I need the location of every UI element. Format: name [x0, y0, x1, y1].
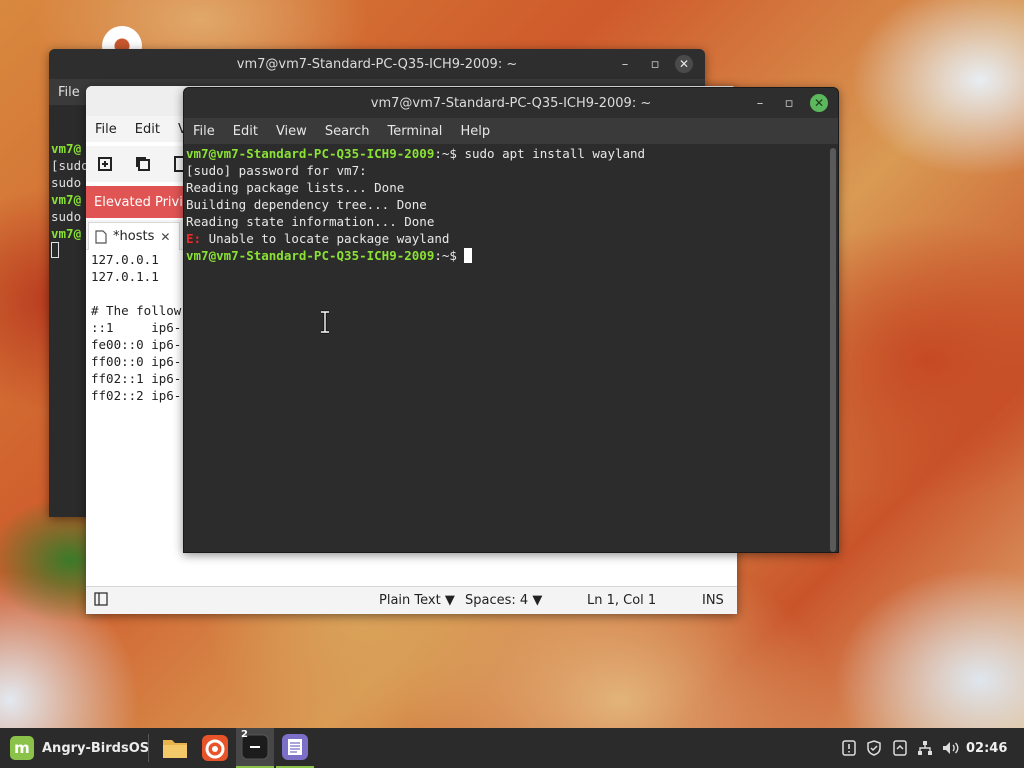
terminal-window[interactable]: vm7@vm7-Standard-PC-Q35-ICH9-2009: ~ – ▫… [183, 87, 839, 553]
window-titlebar[interactable]: vm7@vm7-Standard-PC-Q35-ICH9-2009: ~ – ▫… [184, 88, 838, 118]
cursor-position: Ln 1, Col 1 [587, 593, 657, 608]
prompt-user-host: vm7@vm7-Standard-PC-Q35-ICH9-2009 [186, 248, 435, 263]
spaces-label: Spaces: 4 [465, 593, 529, 608]
volume-icon [943, 742, 959, 754]
language-selector[interactable]: Plain Text ▼ [379, 593, 455, 608]
insert-mode: INS [702, 593, 724, 608]
taskbar-clock[interactable]: 02:46 [966, 728, 1007, 768]
maximize-button[interactable]: ▫ [646, 55, 664, 73]
shield-icon [867, 740, 881, 756]
terminal-line: [sudo] password for vm7: [186, 163, 367, 178]
minimize-button[interactable]: – [616, 55, 634, 73]
close-icon[interactable]: ✕ [160, 230, 170, 244]
menu-edit[interactable]: Edit [126, 122, 169, 137]
document-icon [95, 229, 107, 244]
start-menu-button[interactable]: m Angry-BirdsOS [4, 732, 155, 764]
tab-label: *hosts [113, 229, 155, 244]
terminal-cursor [464, 248, 473, 263]
terminal-line: sudo [51, 209, 82, 224]
terminal-scrollbar[interactable] [830, 148, 836, 552]
prompt-suffix: :~$ [434, 146, 465, 161]
window-count-badge: 2 [241, 729, 248, 740]
terminal-line: vm7@ [51, 192, 82, 207]
text-line: ff02::2 ip6- [91, 388, 182, 403]
window-title: vm7@vm7-Standard-PC-Q35-ICH9-2009: ~ [236, 56, 518, 72]
menu-view[interactable]: View [267, 124, 316, 139]
new-document-button[interactable] [86, 149, 124, 179]
menu-file[interactable]: File [184, 124, 224, 139]
prompt-suffix: :~$ [434, 248, 465, 263]
menu-edit[interactable]: Edit [224, 124, 267, 139]
menu-search[interactable]: Search [316, 124, 379, 139]
error-prefix: E: [186, 231, 202, 246]
taskbar-firefox[interactable] [196, 728, 234, 768]
window-title: vm7@vm7-Standard-PC-Q35-ICH9-2009: ~ [370, 95, 652, 111]
terminal-output[interactable]: vm7@vm7-Standard-PC-Q35-ICH9-2009:~$ sud… [186, 145, 824, 552]
close-button[interactable]: ✕ [810, 94, 828, 112]
text-editor-icon [282, 734, 308, 760]
window-titlebar[interactable]: vm7@vm7-Standard-PC-Q35-ICH9-2009: ~ – ▫… [49, 49, 705, 79]
network-icon [918, 741, 932, 755]
notification-icon [842, 740, 856, 756]
firefox-icon [202, 735, 228, 761]
copy-icon [136, 157, 150, 171]
dropdown-arrow-icon: ▼ [444, 593, 455, 608]
close-button[interactable]: ✕ [675, 55, 693, 73]
menu-help[interactable]: Help [451, 124, 499, 139]
new-document-icon [98, 157, 112, 171]
language-label: Plain Text [379, 593, 441, 608]
terminal-line: vm7@ [51, 141, 82, 156]
terminal-output[interactable]: vm7@ [sudo sudo vm7@ sudo vm7@ [51, 123, 89, 259]
menu-bar: File Edit View Search Terminal Help [184, 118, 838, 144]
linux-mint-logo-icon: m [10, 736, 34, 760]
text-cursor-pointer-icon [321, 310, 329, 334]
text-line: ::1 ip6- [91, 320, 182, 335]
terminal-line: [sudo [51, 158, 89, 173]
text-line: ff02::1 ip6- [91, 371, 182, 386]
terminal-line: Reading state information... Done [186, 214, 435, 229]
tray-network[interactable] [913, 728, 937, 768]
minimize-button[interactable]: – [751, 94, 769, 112]
taskbar: m Angry-BirdsOS 2 02:46 [0, 728, 1024, 768]
taskbar-separator [148, 734, 149, 762]
tray-volume[interactable] [939, 728, 963, 768]
maximize-button[interactable]: ▫ [780, 94, 798, 112]
sidebar-toggle-button[interactable] [94, 592, 108, 610]
menu-terminal[interactable]: Terminal [378, 124, 451, 139]
update-icon [893, 740, 907, 756]
text-line: # The follow [91, 303, 182, 318]
menu-file[interactable]: File [86, 122, 126, 137]
tray-shield[interactable] [862, 728, 886, 768]
open-button[interactable] [124, 149, 162, 179]
tray-update-manager[interactable] [888, 728, 912, 768]
terminal-command: sudo apt install wayland [464, 146, 646, 161]
taskbar-terminal[interactable]: 2 [236, 728, 274, 768]
terminal-line: vm7@ [51, 226, 82, 241]
taskbar-text-editor[interactable] [276, 728, 314, 768]
terminal-cursor [51, 242, 59, 258]
files-icon [163, 740, 187, 758]
terminal-line: Reading package lists... Done [186, 180, 405, 195]
editor-statusbar: Plain Text ▼ Spaces: 4 ▼ Ln 1, Col 1 INS [86, 586, 737, 614]
taskbar-files[interactable] [156, 728, 194, 768]
spaces-selector[interactable]: Spaces: 4 ▼ [465, 593, 542, 608]
menu-file[interactable]: File [49, 85, 89, 100]
tray-notification[interactable] [837, 728, 861, 768]
tab-hosts[interactable]: *hosts ✕ [88, 222, 180, 250]
sidebar-icon [94, 592, 108, 606]
text-line: 127.0.1.1 [91, 269, 159, 284]
error-message: Unable to locate package wayland [201, 231, 450, 246]
start-menu-label: Angry-BirdsOS [42, 740, 150, 756]
text-line: fe00::0 ip6- [91, 337, 182, 352]
dropdown-arrow-icon: ▼ [532, 593, 543, 608]
text-line: 127.0.0.1 [91, 252, 159, 267]
prompt-user-host: vm7@vm7-Standard-PC-Q35-ICH9-2009 [186, 146, 435, 161]
terminal-line: Building dependency tree... Done [186, 197, 427, 212]
text-line: ff00::0 ip6- [91, 354, 182, 369]
document-content[interactable]: 127.0.0.1 127.0.1.1 # The follow ::1 ip6… [91, 251, 181, 404]
terminal-line: sudo [51, 175, 82, 190]
